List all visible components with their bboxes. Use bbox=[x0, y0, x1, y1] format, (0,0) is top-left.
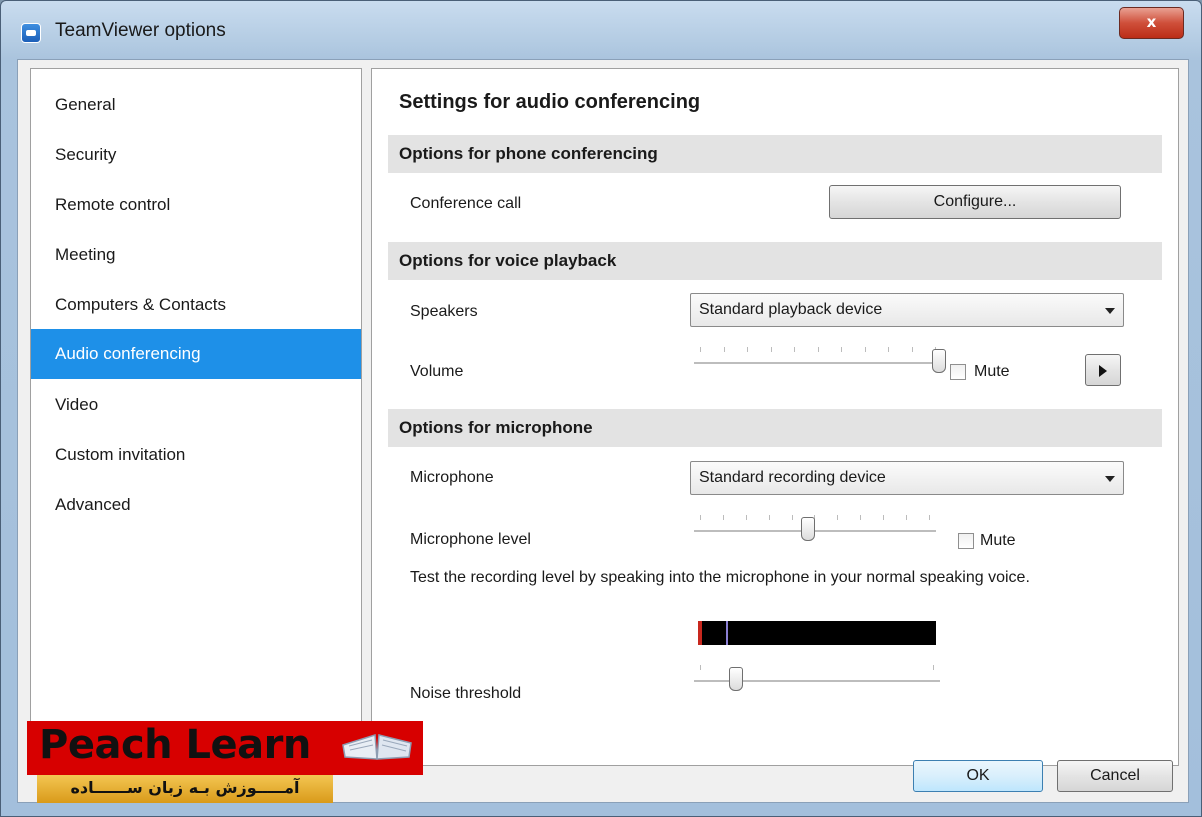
speakers-label: Speakers bbox=[410, 303, 478, 320]
sidebar-item-video[interactable]: Video bbox=[31, 380, 361, 430]
play-icon bbox=[1099, 365, 1107, 377]
phone-section-header: Options for phone conferencing bbox=[388, 135, 1162, 173]
speaker-mute-label: Mute bbox=[974, 363, 1010, 380]
microphone-level-label: Microphone level bbox=[410, 531, 531, 548]
microphone-level-thumb[interactable] bbox=[801, 517, 815, 541]
microphone-select-value: Standard recording device bbox=[699, 469, 886, 486]
configure-button[interactable]: Configure... bbox=[829, 185, 1121, 219]
microphone-level-slider[interactable] bbox=[694, 513, 936, 543]
volume-slider-thumb[interactable] bbox=[932, 349, 946, 373]
window-title: TeamViewer options bbox=[55, 20, 226, 41]
chevron-down-icon bbox=[1105, 308, 1115, 314]
close-icon: x bbox=[1146, 13, 1157, 31]
options-window: TeamViewer options x General Security Re… bbox=[0, 0, 1202, 817]
sidebar-item-computers-contacts[interactable]: Computers & Contacts bbox=[31, 280, 361, 330]
ok-button[interactable]: OK bbox=[913, 760, 1043, 792]
sidebar-item-advanced[interactable]: Advanced bbox=[31, 480, 361, 530]
playback-section-header: Options for voice playback bbox=[388, 242, 1162, 280]
recording-level-meter bbox=[698, 621, 936, 645]
teamviewer-icon bbox=[21, 23, 41, 43]
title-bar[interactable]: TeamViewer options x bbox=[1, 1, 1201, 59]
microphone-label: Microphone bbox=[410, 469, 494, 486]
play-test-sound-button[interactable] bbox=[1085, 354, 1121, 386]
microphone-select[interactable]: Standard recording device bbox=[690, 461, 1124, 495]
category-list: General Security Remote control Meeting … bbox=[30, 68, 362, 766]
microphone-section-header: Options for microphone bbox=[388, 409, 1162, 447]
slider-ticks bbox=[700, 515, 930, 521]
watermark-tagline: آمـــــوزش بـه زبان ســــــاده bbox=[70, 778, 300, 797]
chevron-down-icon bbox=[1105, 476, 1115, 482]
speakers-select[interactable]: Standard playback device bbox=[690, 293, 1124, 327]
conference-call-label: Conference call bbox=[410, 195, 522, 212]
watermark-brand: Peach Learn bbox=[39, 722, 311, 768]
speakers-select-value: Standard playback device bbox=[699, 301, 883, 318]
sidebar-item-meeting[interactable]: Meeting bbox=[31, 230, 361, 280]
open-book-icon bbox=[342, 734, 412, 760]
slider-ticks bbox=[700, 347, 936, 353]
sidebar-item-custom-invitation[interactable]: Custom invitation bbox=[31, 430, 361, 480]
noise-threshold-marker bbox=[726, 621, 728, 645]
slider-track bbox=[694, 530, 936, 533]
noise-threshold-slider[interactable] bbox=[694, 663, 940, 693]
volume-slider[interactable] bbox=[694, 345, 946, 375]
microphone-mute-label: Mute bbox=[980, 532, 1016, 549]
watermark-tagline-bar: آمـــــوزش بـه زبان ســــــاده bbox=[37, 775, 333, 803]
watermark-banner: Peach Learn bbox=[27, 721, 423, 775]
noise-threshold-label: Noise threshold bbox=[410, 685, 522, 702]
sidebar-item-security[interactable]: Security bbox=[31, 130, 361, 180]
page-title: Settings for audio conferencing bbox=[399, 91, 701, 113]
sidebar-item-audio-conferencing[interactable]: Audio conferencing bbox=[31, 329, 361, 379]
cancel-button[interactable]: Cancel bbox=[1057, 760, 1173, 792]
noise-threshold-thumb[interactable] bbox=[729, 667, 743, 691]
sidebar-item-remote-control[interactable]: Remote control bbox=[31, 180, 361, 230]
sidebar-item-general[interactable]: General bbox=[31, 80, 361, 130]
speaker-mute-checkbox[interactable] bbox=[950, 364, 966, 380]
microphone-mute-checkbox[interactable] bbox=[958, 533, 974, 549]
close-button[interactable]: x bbox=[1119, 7, 1184, 39]
settings-panel: Settings for audio conferencing Options … bbox=[371, 68, 1179, 766]
dialog-body: General Security Remote control Meeting … bbox=[17, 59, 1189, 803]
recording-test-hint: Test the recording level by speaking int… bbox=[410, 569, 1030, 586]
level-meter-peak bbox=[698, 621, 702, 645]
volume-label: Volume bbox=[410, 363, 464, 380]
slider-track bbox=[694, 362, 942, 365]
peach-learn-watermark: Peach Learn آمـــــوزش بـه زبان ســــــا… bbox=[27, 721, 423, 807]
